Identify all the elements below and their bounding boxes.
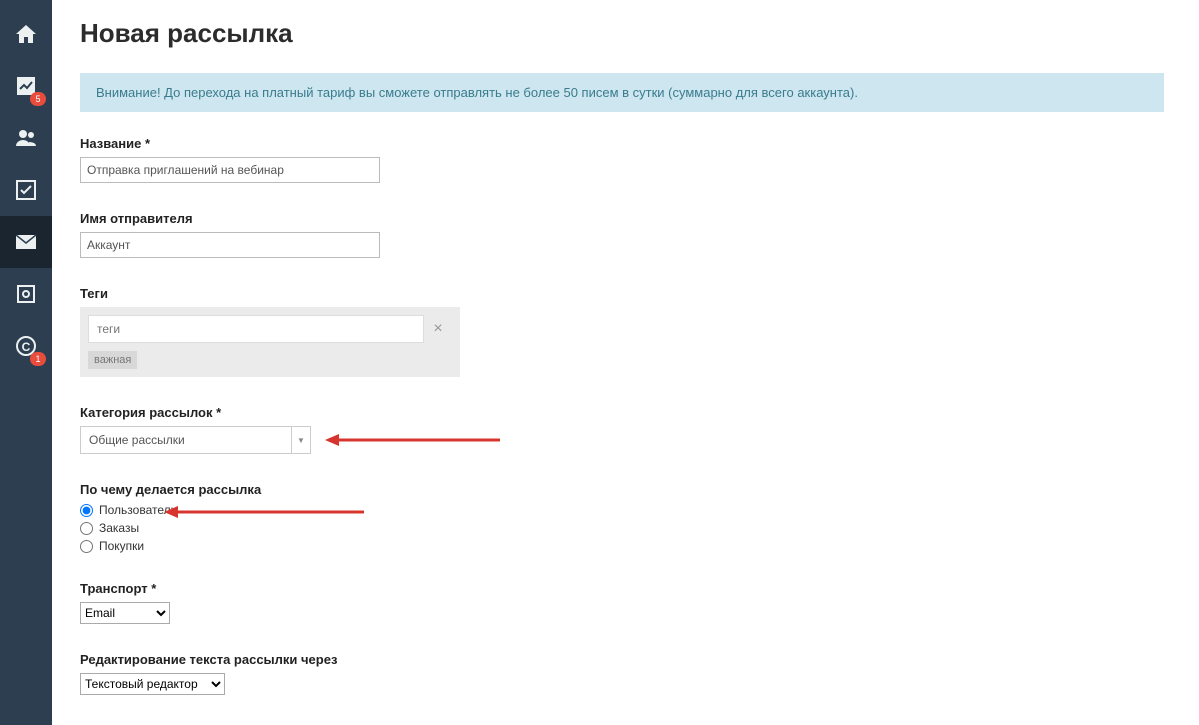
nav-users[interactable] xyxy=(0,112,52,164)
nav-safe[interactable] xyxy=(0,268,52,320)
target-radio-orders[interactable] xyxy=(80,522,93,535)
category-select[interactable]: Общие рассылки xyxy=(80,426,292,454)
stats-badge: 5 xyxy=(30,92,46,106)
target-label-purchases: Покупки xyxy=(99,539,144,553)
transport-select[interactable]: Email xyxy=(80,602,170,624)
target-label: По чему делается рассылка xyxy=(80,482,1164,497)
sender-label: Имя отправителя xyxy=(80,211,1164,226)
category-label: Категория рассылок * xyxy=(80,405,1164,420)
tag-chip[interactable]: важная xyxy=(88,351,137,369)
home-icon xyxy=(14,22,38,46)
safe-icon xyxy=(14,282,38,306)
editor-select[interactable]: Текстовый редактор xyxy=(80,673,225,695)
name-label: Название * xyxy=(80,136,1164,151)
nav-stats[interactable]: 5 xyxy=(0,60,52,112)
users-icon xyxy=(14,126,38,150)
tag-clear-button[interactable]: × xyxy=(424,315,452,343)
nav-tasks[interactable] xyxy=(0,164,52,216)
target-label-orders: Заказы xyxy=(99,521,139,535)
checkbox-icon xyxy=(14,178,38,202)
editor-label: Редактирование текста рассылки через xyxy=(80,652,1164,667)
target-label-users: Пользователи xyxy=(99,503,177,517)
nav-home[interactable] xyxy=(0,8,52,60)
svg-text:C: C xyxy=(22,340,31,354)
tags-input[interactable] xyxy=(88,315,424,343)
annotation-arrow-1 xyxy=(325,431,500,449)
page-title: Новая рассылка xyxy=(80,18,1164,49)
nav-billing[interactable]: C 1 xyxy=(0,320,52,372)
billing-badge: 1 xyxy=(30,352,46,366)
alert-banner: Внимание! До перехода на платный тариф в… xyxy=(80,73,1164,112)
tags-box: × важная xyxy=(80,307,460,377)
mail-icon xyxy=(14,230,38,254)
sender-input[interactable] xyxy=(80,232,380,258)
category-value: Общие рассылки xyxy=(89,433,185,447)
sidebar: 5 C 1 xyxy=(0,0,52,725)
tags-label: Теги xyxy=(80,286,1164,301)
nav-mail[interactable] xyxy=(0,216,52,268)
transport-label: Транспорт * xyxy=(80,581,1164,596)
main-content: Новая рассылка Внимание! До перехода на … xyxy=(52,0,1192,725)
name-input[interactable] xyxy=(80,157,380,183)
category-caret[interactable]: ▼ xyxy=(291,426,311,454)
target-radio-purchases[interactable] xyxy=(80,540,93,553)
target-radio-users[interactable] xyxy=(80,504,93,517)
